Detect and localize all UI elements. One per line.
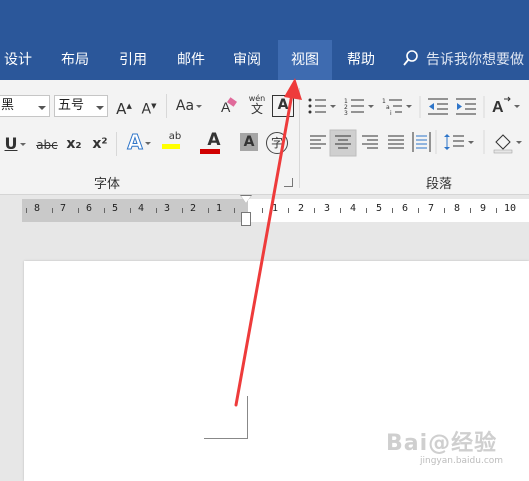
annotation-arrow-icon — [234, 78, 302, 407]
